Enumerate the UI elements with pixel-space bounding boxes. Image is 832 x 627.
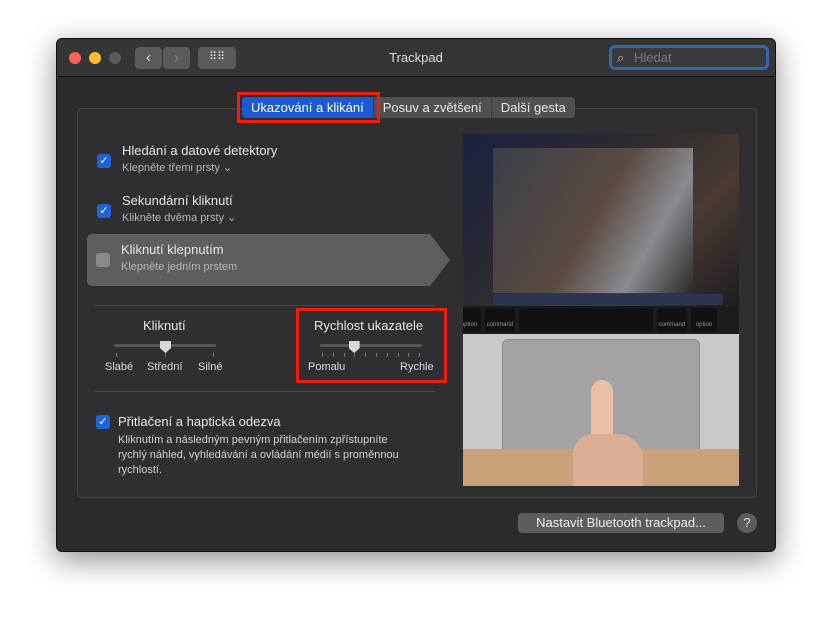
slider-tick [332, 353, 334, 357]
highlight-box [296, 308, 447, 383]
setup-bluetooth-trackpad-button[interactable]: Nastavit Bluetooth trackpad... [518, 513, 724, 533]
gesture-preview-video: option command command option [463, 134, 739, 486]
slider-tick [386, 353, 388, 357]
trackpad-window: ‹ › ⠿⠿ Trackpad ⌕ Hledat ✓ Hledání a dato… [56, 38, 776, 552]
title-bar: ‹ › ⠿⠿ Trackpad ⌕ Hledat [57, 39, 775, 77]
slider-tick [354, 353, 356, 357]
slider-tick [322, 353, 323, 357]
option-label: Kliknutí klepnutím [121, 242, 224, 257]
key-space [519, 308, 653, 332]
search-placeholder: Hledat [634, 50, 672, 65]
tab-more-gestures[interactable]: Další gesta [492, 97, 575, 118]
slider-tick [343, 353, 345, 357]
search-icon: ⌕ [617, 50, 625, 65]
hand [573, 434, 643, 486]
option-sub: Klepněte jedním prstem [121, 261, 238, 273]
force-click-description: Kliknutím a následným pevným přitlačením… [118, 434, 399, 476]
slider-tick [408, 353, 410, 357]
click-slider-title: Kliknutí [143, 318, 186, 333]
key-command: command [485, 308, 515, 332]
slider-tick [397, 353, 399, 357]
dock [493, 294, 723, 305]
force-click-label: Přitlačení a haptická odezva [118, 414, 281, 429]
checkbox-tap-to-click[interactable] [96, 253, 110, 267]
slider-label: Střední [147, 361, 183, 373]
search-input[interactable]: ⌕ Hledat [609, 45, 769, 70]
key-option: option [463, 308, 481, 332]
help-button[interactable]: ? [737, 513, 757, 533]
divider [95, 305, 435, 306]
tab-scroll-zoom[interactable]: Posuv a zvětšení [374, 97, 492, 118]
key-option: option [691, 308, 717, 332]
click-slider-thumb[interactable] [160, 341, 171, 353]
divider [95, 391, 435, 392]
slider-tick [419, 353, 421, 357]
highlight-box [237, 92, 380, 123]
slider-tick [365, 353, 367, 357]
slider-label: Slabé [105, 361, 134, 373]
checkbox-force-click[interactable]: ✓ [96, 415, 110, 429]
key-command: command [657, 308, 687, 332]
slider-tick [376, 353, 377, 357]
slider-label: Silné [198, 361, 223, 373]
photo-window [493, 148, 693, 293]
